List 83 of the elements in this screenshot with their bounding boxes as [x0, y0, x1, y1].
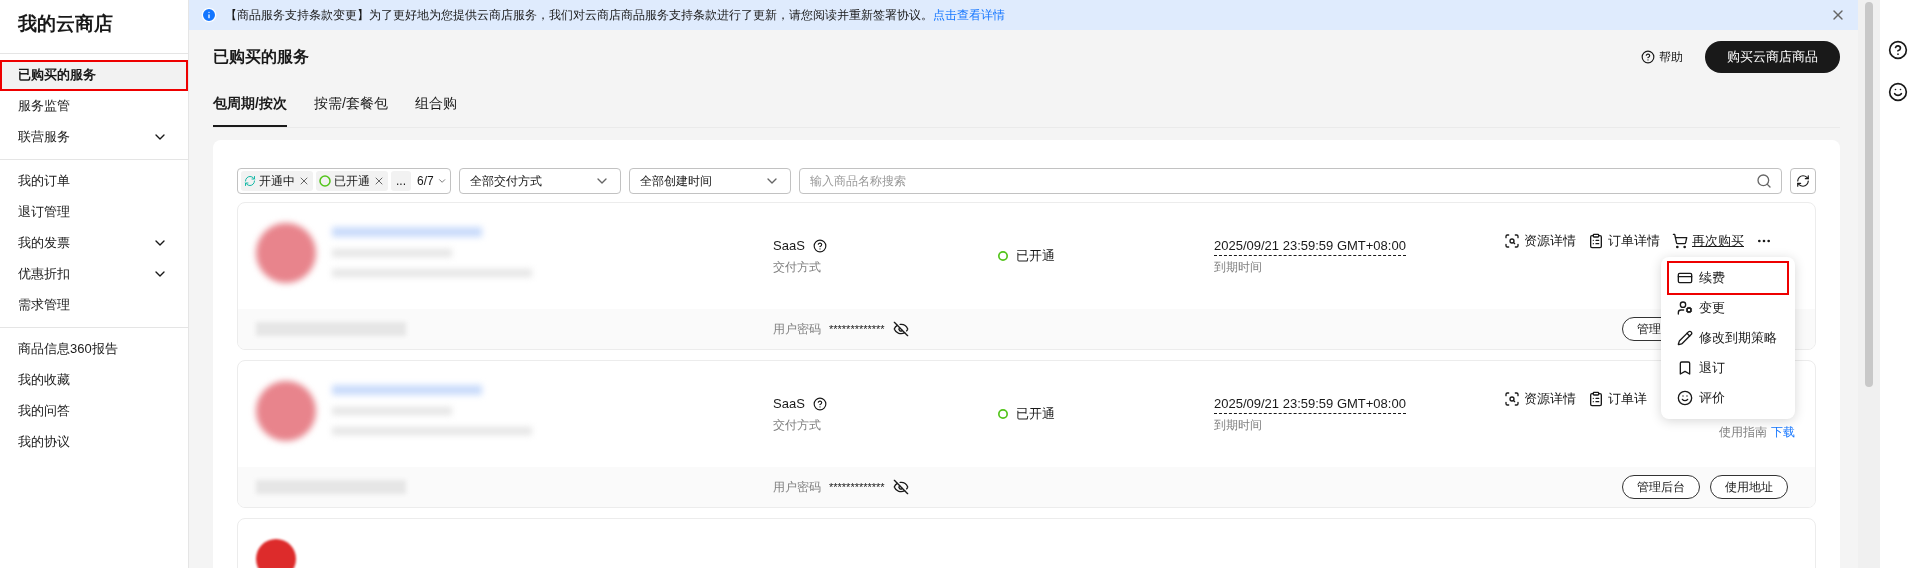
delivery-type: SaaS [773, 237, 805, 256]
password-value: ************* [829, 479, 885, 495]
tab[interactable]: 组合购 [414, 82, 457, 127]
user-gear-icon [1677, 300, 1693, 316]
password-label: 用户密码 [773, 479, 821, 496]
menu-item[interactable]: 退订 [1669, 353, 1787, 383]
smile-icon[interactable] [1887, 82, 1908, 102]
select-field[interactable]: 全部交付方式 [459, 168, 621, 194]
delivery-label: 交付方式 [773, 416, 822, 434]
banner-text: 【商品服务支持条款变更】为了更好地为您提供云商店服务，我们对云商店商品服务支持条款进行了更新，请您阅读并重新签署协议。点击查看详情 [225, 7, 1005, 24]
clipboard-icon [1588, 390, 1604, 407]
menu-item[interactable]: 续费 [1669, 263, 1787, 293]
status-ring-icon [319, 175, 331, 187]
help-link[interactable]: 帮助 [1659, 48, 1683, 66]
close-icon[interactable] [373, 175, 385, 187]
details-link[interactable]: 点击查看详情 [933, 8, 1005, 22]
refresh-icon [1796, 174, 1810, 188]
status-ring-icon [998, 251, 1008, 261]
help-icon[interactable] [1641, 50, 1655, 64]
info-icon [201, 7, 217, 23]
scrollbar[interactable] [1858, 0, 1880, 568]
bookmark-icon [1677, 360, 1693, 376]
sidebar-item[interactable]: 我的问答 [0, 395, 188, 427]
delivery-label: 交付方式 [773, 258, 822, 276]
eye-off-icon[interactable] [892, 479, 909, 495]
status-text: 已开通 [1016, 247, 1055, 266]
expiry-label: 到期时间 [1214, 417, 1263, 435]
expiry-label: 到期时间 [1214, 259, 1263, 277]
sidebar-title: 我的云商店 [17, 12, 114, 36]
clipboard-icon [1588, 232, 1604, 249]
guide-label: 使用指南 [1719, 423, 1767, 441]
action-link[interactable]: 再次购买 [1672, 231, 1744, 251]
status-ring-icon [998, 409, 1008, 419]
sidebar-item[interactable]: 我的收藏 [0, 364, 188, 396]
card-icon [1677, 270, 1693, 286]
password-label: 用户密码 [773, 321, 821, 338]
status-tag[interactable]: 开通中 [241, 171, 313, 191]
eye-off-icon[interactable] [892, 321, 909, 337]
delivery-type: SaaS [773, 395, 805, 414]
close-icon[interactable] [298, 175, 310, 187]
search-icon[interactable] [1756, 173, 1772, 189]
menu-item[interactable]: 评价 [1669, 383, 1787, 413]
select-field[interactable]: 全部创建时间 [629, 168, 791, 194]
sidebar-item[interactable]: 我的发票 [0, 227, 188, 259]
sidebar-item[interactable]: 服务监管 [0, 90, 188, 122]
password-value: ************* [829, 321, 885, 337]
search-field[interactable]: 输入商品名称搜索 [799, 168, 1782, 194]
search-document-icon [1504, 390, 1520, 407]
status-filter[interactable]: 开通中 已开通 ... 6/7 [237, 168, 451, 194]
action-link[interactable]: 资源详情 [1504, 231, 1576, 251]
outline-button[interactable]: 使用地址 [1710, 475, 1788, 499]
smile-icon [1677, 390, 1693, 406]
help-icon[interactable] [812, 397, 827, 411]
tab[interactable]: 包周期/按次 [213, 82, 287, 127]
action-link[interactable]: 资源详情 [1504, 389, 1576, 409]
download-link[interactable]: 下载 [1771, 422, 1795, 441]
page-title: 已购买的服务 [213, 47, 309, 67]
expiry-time: 2025/09/21 23:59:59 GMT+08:00 [1214, 393, 1406, 415]
pencil-icon [1677, 330, 1693, 346]
action-link[interactable]: 订单详 [1588, 389, 1647, 409]
refresh-button[interactable] [1790, 168, 1816, 194]
buy-button[interactable]: 购买云商店商品 [1705, 41, 1840, 73]
status-tag[interactable]: 已开通 [316, 171, 388, 191]
sidebar-item[interactable]: 联营服务 [0, 121, 188, 153]
tab[interactable]: 按需/套餐包 [313, 82, 388, 127]
sidebar-item[interactable]: 退订管理 [0, 196, 188, 228]
more-tag[interactable]: ... [391, 171, 411, 191]
sidebar-item[interactable]: 已购买的服务 [0, 59, 188, 91]
help-icon[interactable] [812, 239, 827, 253]
action-link[interactable]: 订单详情 [1588, 231, 1660, 251]
cart-icon [1672, 232, 1688, 249]
sync-icon [244, 175, 256, 187]
search-document-icon [1504, 232, 1520, 249]
sidebar-item[interactable]: 我的订单 [0, 165, 188, 197]
selection-count: 6/7 [417, 173, 434, 190]
sidebar-item[interactable]: 需求管理 [0, 289, 188, 321]
sidebar-item[interactable]: 商品信息360报告 [0, 333, 188, 365]
outline-button[interactable]: 管理后台 [1622, 475, 1700, 499]
status-text: 已开通 [1016, 405, 1055, 424]
expiry-time: 2025/09/21 23:59:59 GMT+08:00 [1214, 235, 1406, 257]
sidebar-item[interactable]: 优惠折扣 [0, 258, 188, 290]
sidebar-item[interactable]: 我的协议 [0, 426, 188, 458]
help-icon[interactable] [1887, 40, 1908, 60]
